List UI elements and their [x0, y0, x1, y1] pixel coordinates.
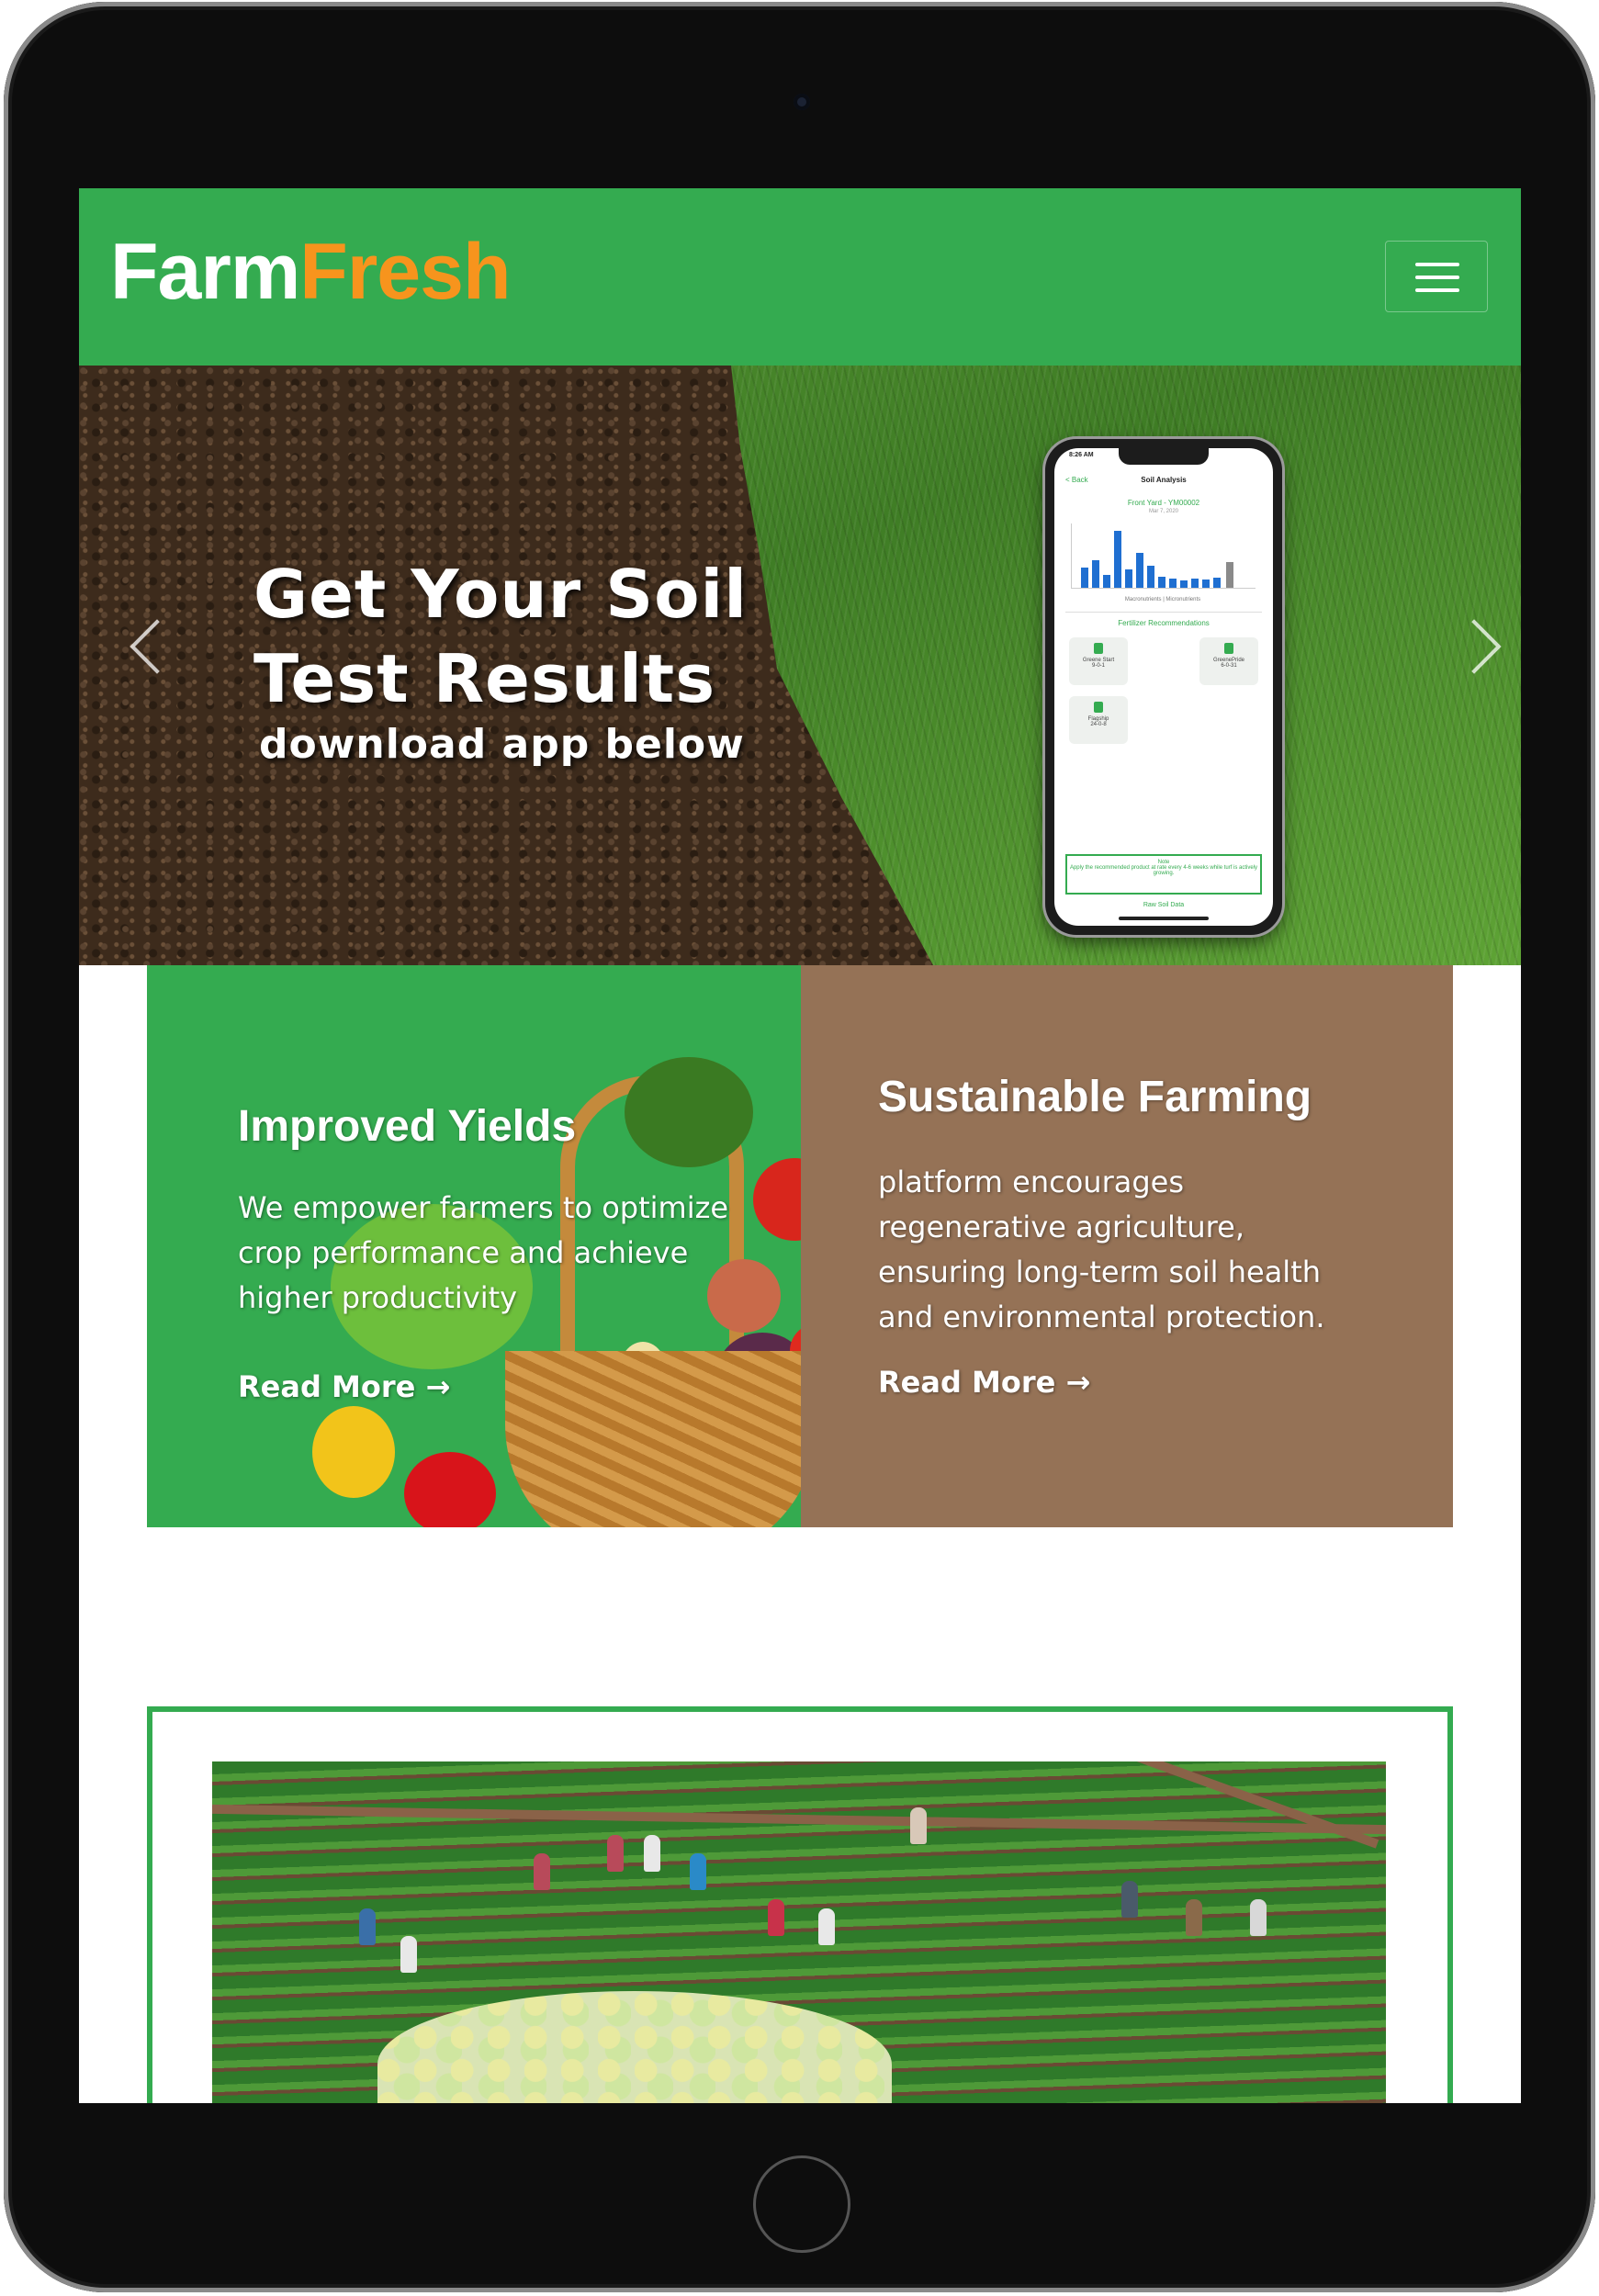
hamburger-icon-line: [1415, 276, 1459, 279]
phone-home-indicator: [1119, 917, 1209, 920]
harvested-produce: [377, 1991, 892, 2103]
hamburger-icon-line: [1415, 288, 1459, 292]
hamburger-icon: [1415, 263, 1459, 266]
field-path: [212, 1804, 1386, 1835]
farm-worker: [910, 1807, 927, 1844]
farm-worker: [1250, 1899, 1267, 1936]
chart-bar: [1169, 579, 1177, 588]
farm-worker: [534, 1853, 550, 1890]
phone-note: Note Apply the recommended product at ra…: [1065, 854, 1262, 895]
greens: [625, 1057, 753, 1167]
chart-bar: [1092, 560, 1099, 588]
phone-note-text: Apply the recommended product at rate ev…: [1069, 865, 1258, 876]
chart-bar: [1191, 579, 1199, 588]
chart-bar: [1125, 569, 1132, 588]
feature-card-sustainable-farming: Sustainable Farming platform encourages …: [801, 965, 1453, 1527]
phone-date: Mar 7, 2020: [1148, 509, 1179, 514]
wicker-basket: [505, 1351, 801, 1527]
farm-worker: [818, 1908, 835, 1945]
chart-bar: [1180, 580, 1188, 588]
phone-time: 8:26 AM: [1069, 452, 1094, 458]
chart-bar: [1213, 578, 1221, 588]
web-page: FarmFresh Get Your Soil Test Results dow…: [79, 188, 1521, 2103]
farm-field-image: [212, 1761, 1386, 2103]
phone-product-card: GreenePride 6-0-31: [1199, 637, 1258, 685]
phone-back-link: < Back: [1065, 476, 1088, 484]
farm-worker: [690, 1853, 706, 1890]
camera-icon: [794, 94, 810, 110]
read-more-label: Read More: [878, 1365, 1056, 1400]
feature-title: Sustainable Farming: [878, 1073, 1312, 1121]
phone-notch: [1119, 448, 1209, 465]
chart-bar: [1158, 577, 1165, 588]
phone-divider: [1065, 612, 1262, 613]
phone-product-card: Flagship 24-0-8: [1069, 696, 1128, 744]
product-value: 24-0-8: [1090, 722, 1107, 727]
farm-worker: [1186, 1899, 1202, 1936]
chart-bar: [1136, 553, 1143, 588]
phone-subtitle: Front Yard - YM00002: [1127, 499, 1200, 507]
phone-recommendations-heading: Fertilizer Recommendations: [1118, 619, 1210, 627]
chart-bar: [1114, 531, 1121, 588]
bag-icon: [1224, 643, 1233, 654]
feature-title: Improved Yields: [238, 1102, 577, 1151]
product-value: 6-0-31: [1221, 663, 1237, 669]
bag-icon: [1094, 702, 1103, 713]
read-more-label: Read More: [238, 1369, 416, 1404]
hero-line-1: Get Your Soil: [253, 556, 748, 633]
farm-worker: [359, 1908, 376, 1945]
phone-mockup: 8:26 AM Soil Analysis < Back Front Yard …: [1045, 439, 1282, 935]
chart-bar: [1081, 568, 1088, 588]
brand-part-farm: Farm: [110, 228, 300, 316]
hero-carousel: Get Your Soil Test Results download app …: [79, 366, 1521, 965]
read-more-link[interactable]: Read More →: [238, 1369, 450, 1404]
menu-toggle-button[interactable]: [1385, 241, 1488, 312]
farm-worker: [607, 1835, 624, 1872]
feature-description: We empower farmers to optimize crop perf…: [238, 1190, 729, 1315]
field-path: [1047, 1761, 1379, 1849]
arrow-right-icon: →: [1065, 1365, 1091, 1400]
farm-worker: [644, 1835, 660, 1872]
read-more-link[interactable]: Read More →: [878, 1365, 1090, 1400]
phone-product-card: Greene Start 9-0-1: [1069, 637, 1128, 685]
chart-bar: [1202, 580, 1210, 588]
phone-raw-data-link: Raw Soil Data: [1143, 902, 1185, 908]
tomato: [753, 1158, 801, 1241]
hero-line-2: Test Results: [253, 640, 716, 717]
home-button[interactable]: [753, 2155, 850, 2253]
phone-screen: 8:26 AM Soil Analysis < Back Front Yard …: [1054, 448, 1273, 926]
red-pepper: [404, 1452, 496, 1527]
farm-worker: [768, 1899, 784, 1936]
bag-icon: [1094, 643, 1103, 654]
chart-bar: [1147, 566, 1154, 588]
chart-bar: [1226, 562, 1233, 588]
arrow-right-icon: →: [425, 1369, 451, 1404]
hero-heading: Get Your Soil Test Results download app …: [253, 552, 748, 769]
farm-worker: [1121, 1881, 1138, 1918]
yellow-pepper: [312, 1406, 395, 1498]
farm-worker: [400, 1936, 417, 1973]
hero-line-3: download app below: [259, 721, 745, 768]
feature-card-improved-yields: Improved Yields We empower farmers to op…: [147, 965, 801, 1527]
phone-bar-chart: [1071, 523, 1256, 589]
product-value: 9-0-1: [1091, 663, 1105, 669]
brand-part-fresh: Fresh: [299, 228, 511, 316]
navbar: FarmFresh: [79, 188, 1521, 366]
phone-axis-labels: Macronutrients | Micronutrients: [1124, 597, 1201, 602]
chart-bar: [1103, 575, 1110, 588]
brand-logo[interactable]: FarmFresh: [110, 227, 512, 318]
feature-description: platform encourages regenerative agricul…: [878, 1165, 1325, 1334]
